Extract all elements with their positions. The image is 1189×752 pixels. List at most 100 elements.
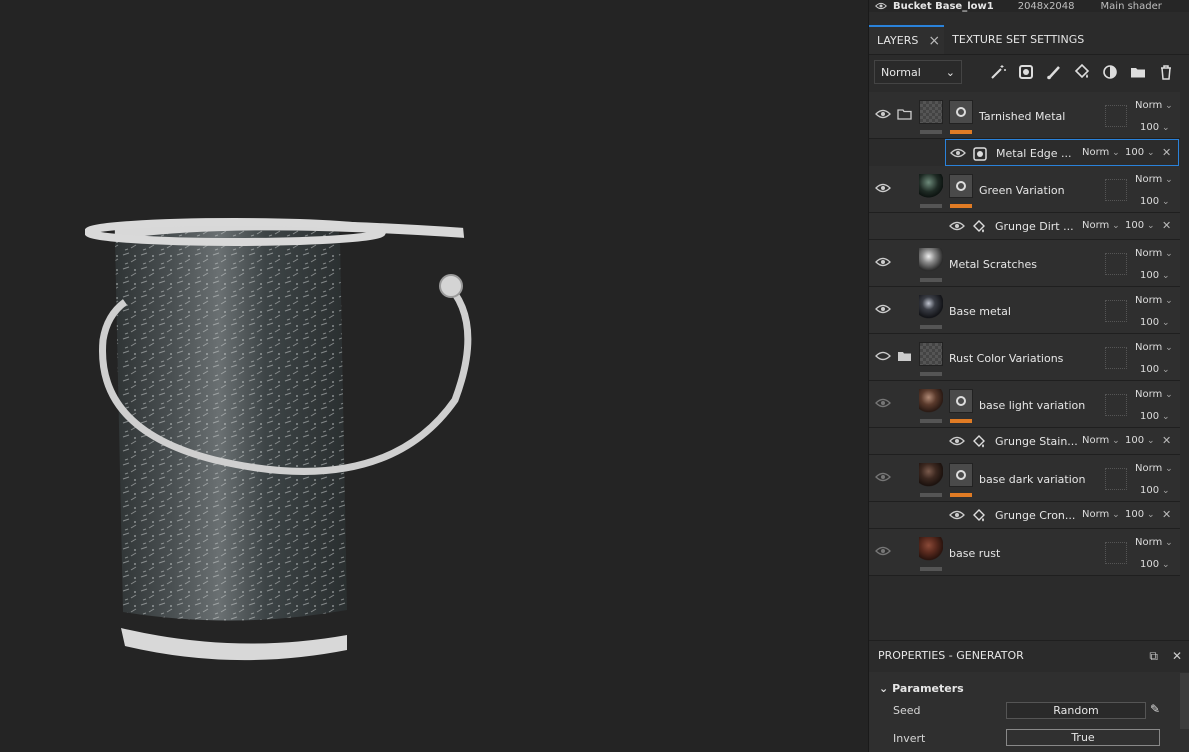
eye-icon[interactable] bbox=[875, 108, 891, 120]
layer-blend-mode[interactable]: Norm bbox=[1135, 248, 1173, 259]
effect-blend-mode[interactable]: Norm bbox=[1082, 509, 1120, 520]
folder-icon[interactable] bbox=[1126, 60, 1149, 84]
effect-opacity[interactable]: 100 bbox=[1125, 509, 1155, 520]
effect-name: Metal Edge ... bbox=[996, 147, 1072, 160]
layer-blend-mode[interactable]: Norm bbox=[1135, 389, 1173, 400]
layer-row[interactable]: base rust Norm 100 bbox=[869, 529, 1180, 576]
effect-row[interactable]: Metal Edge ... Norm 100 ✕ bbox=[945, 139, 1179, 166]
tab-layers[interactable]: LAYERS × bbox=[869, 25, 945, 54]
eye-icon[interactable] bbox=[949, 220, 965, 232]
layer-blend-mode[interactable]: Norm bbox=[1135, 463, 1173, 474]
smart-material-icon[interactable] bbox=[1098, 60, 1121, 84]
layer-row[interactable]: Base metal Norm 100 bbox=[869, 287, 1180, 334]
eye-icon[interactable] bbox=[875, 182, 891, 194]
layer-blend-mode[interactable]: Norm bbox=[1135, 174, 1173, 185]
layer-blend-mode[interactable]: Norm bbox=[1135, 537, 1173, 548]
effect-name: Grunge Stain... bbox=[995, 435, 1078, 448]
3d-viewport[interactable] bbox=[0, 0, 868, 752]
remove-icon[interactable]: ✕ bbox=[1162, 219, 1171, 232]
layer-opacity[interactable]: 100 bbox=[1140, 270, 1170, 281]
properties-scrollbar[interactable] bbox=[1180, 673, 1189, 729]
invert-toggle[interactable]: True bbox=[1006, 729, 1160, 746]
effect-row[interactable]: Grunge Stain... Norm 100 ✕ bbox=[869, 428, 1180, 455]
opacity-channel-box[interactable] bbox=[1105, 300, 1127, 322]
seed-random-button[interactable]: Random bbox=[1006, 702, 1146, 719]
opacity-channel-box[interactable] bbox=[1105, 347, 1127, 369]
mask-thumbnail[interactable] bbox=[949, 174, 973, 198]
eye-icon[interactable] bbox=[875, 545, 891, 557]
effect-blend-mode[interactable]: Norm bbox=[1082, 435, 1120, 446]
layer-row[interactable]: base light variation Norm 100 bbox=[869, 381, 1180, 428]
folder-open-icon[interactable] bbox=[897, 350, 913, 362]
invert-label: Invert bbox=[893, 732, 926, 745]
layer-blend-mode[interactable]: Norm bbox=[1135, 342, 1173, 353]
layer-opacity[interactable]: 100 bbox=[1140, 122, 1170, 133]
material-ball-icon bbox=[919, 389, 943, 413]
layer-row[interactable]: Metal Scratches Norm 100 bbox=[869, 240, 1180, 287]
tab-texture-set-settings-label: TEXTURE SET SETTINGS bbox=[952, 33, 1085, 46]
layer-blend-mode[interactable]: Norm bbox=[1135, 100, 1173, 111]
material-ball-icon bbox=[919, 463, 943, 487]
eye-icon[interactable] bbox=[949, 435, 965, 447]
chevron-down-icon[interactable]: ⌄ bbox=[879, 682, 888, 695]
edit-icon[interactable]: ✎ bbox=[1150, 702, 1160, 716]
remove-icon[interactable]: ✕ bbox=[1162, 146, 1171, 159]
layer-opacity[interactable]: 100 bbox=[1140, 364, 1170, 375]
effect-opacity[interactable]: 100 bbox=[1125, 220, 1155, 231]
layer-row[interactable]: Tarnished Metal Norm 100 bbox=[869, 92, 1180, 139]
effect-opacity[interactable]: 100 bbox=[1125, 435, 1155, 446]
layer-row[interactable]: base dark variation Norm 100 bbox=[869, 455, 1180, 502]
opacity-channel-box[interactable] bbox=[1105, 394, 1127, 416]
chevron-down-icon: ⌄ bbox=[945, 65, 955, 79]
layer-row[interactable]: Green Variation Norm 100 bbox=[869, 166, 1180, 213]
opacity-channel-box[interactable] bbox=[1105, 542, 1127, 564]
layer-opacity[interactable]: 100 bbox=[1140, 317, 1170, 328]
opacity-channel-box[interactable] bbox=[1105, 253, 1127, 275]
effect-blend-mode[interactable]: Norm bbox=[1082, 220, 1120, 231]
close-icon[interactable]: ✕ bbox=[1172, 649, 1182, 664]
fill-bucket-icon[interactable] bbox=[1070, 60, 1093, 84]
layer-opacity[interactable]: 100 bbox=[1140, 411, 1170, 422]
layer-name: Metal Scratches bbox=[949, 258, 1037, 271]
remove-icon[interactable]: ✕ bbox=[1162, 434, 1171, 447]
opacity-channel-box[interactable] bbox=[1105, 105, 1127, 127]
mask-thumbnail[interactable] bbox=[949, 463, 973, 487]
effect-row[interactable]: Grunge Cron... Norm 100 ✕ bbox=[869, 502, 1180, 529]
eye-closed-icon[interactable] bbox=[875, 350, 891, 362]
paint-brush-icon[interactable] bbox=[1042, 60, 1065, 84]
opacity-channel-box[interactable] bbox=[1105, 179, 1127, 201]
eye-icon[interactable] bbox=[875, 471, 891, 483]
undock-icon[interactable]: ⧉ bbox=[1149, 649, 1158, 664]
remove-icon[interactable]: ✕ bbox=[1162, 508, 1171, 521]
eye-icon[interactable] bbox=[875, 397, 891, 409]
effect-row[interactable]: Grunge Dirt ... Norm 100 ✕ bbox=[869, 213, 1180, 240]
eye-icon[interactable] bbox=[950, 147, 966, 159]
opacity-channel-box[interactable] bbox=[1105, 468, 1127, 490]
folder-open-icon[interactable] bbox=[897, 108, 913, 120]
trash-icon[interactable] bbox=[1154, 60, 1177, 84]
parameters-section[interactable]: ⌄ Parameters bbox=[879, 682, 964, 695]
effect-name: Grunge Cron... bbox=[995, 509, 1076, 522]
blend-mode-select[interactable]: Normal ⌄ bbox=[874, 60, 962, 84]
layer-row[interactable]: Rust Color Variations Norm 100 bbox=[869, 334, 1180, 381]
eye-icon[interactable] bbox=[875, 1, 887, 11]
eye-icon[interactable] bbox=[875, 303, 891, 315]
mask-bar bbox=[950, 419, 972, 423]
add-fill-icon[interactable] bbox=[1014, 60, 1037, 84]
layer-blend-mode[interactable]: Norm bbox=[1135, 295, 1173, 306]
layer-opacity[interactable]: 100 bbox=[1140, 485, 1170, 496]
effect-blend-mode[interactable]: Norm bbox=[1082, 147, 1120, 158]
tab-texture-set-settings[interactable]: TEXTURE SET SETTINGS bbox=[944, 25, 1092, 54]
thumbnail-bar bbox=[920, 419, 942, 423]
texture-set-row[interactable]: Bucket Base_low1 2048x2048 Main shader bbox=[869, 0, 1189, 12]
close-icon[interactable]: × bbox=[928, 33, 940, 49]
mask-thumbnail[interactable] bbox=[949, 100, 973, 124]
eye-icon[interactable] bbox=[875, 256, 891, 268]
layer-opacity[interactable]: 100 bbox=[1140, 559, 1170, 570]
layer-opacity[interactable]: 100 bbox=[1140, 196, 1170, 207]
eye-icon[interactable] bbox=[949, 509, 965, 521]
mask-thumbnail[interactable] bbox=[949, 389, 973, 413]
magic-wand-icon[interactable] bbox=[986, 60, 1009, 84]
effect-opacity[interactable]: 100 bbox=[1125, 147, 1155, 158]
fill-bucket-icon bbox=[973, 435, 985, 448]
